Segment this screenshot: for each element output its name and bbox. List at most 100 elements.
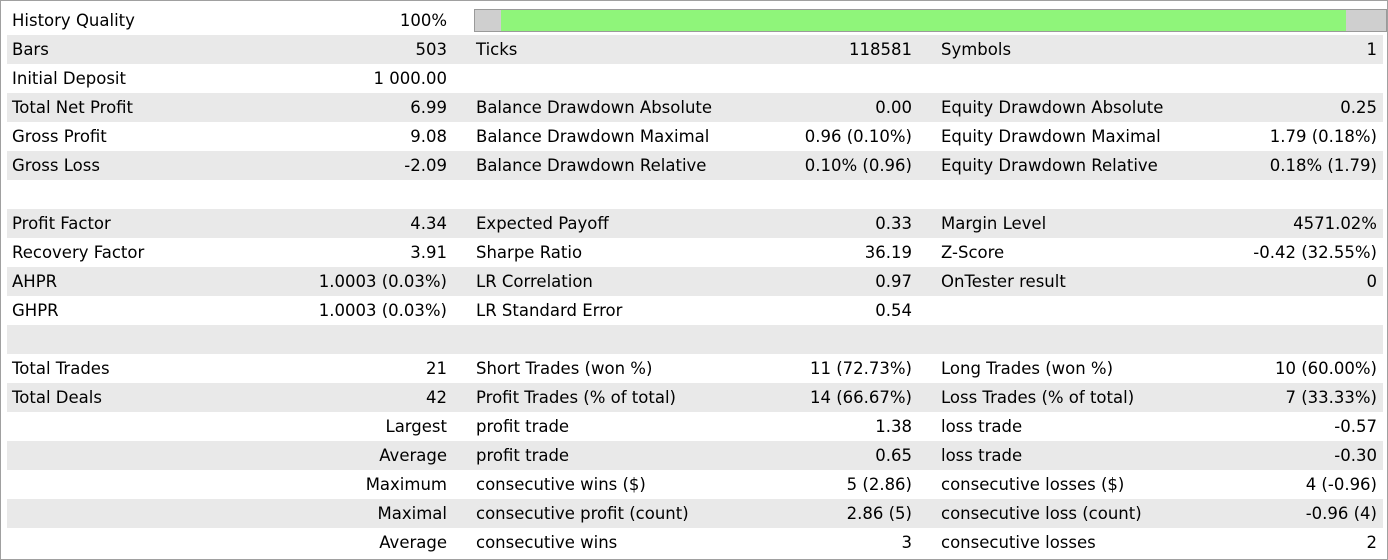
stat-label: Symbols [941,40,1012,59]
stat-label: Total Trades [12,359,110,378]
stat-label: profit trade [476,417,570,436]
stat-label: Ticks [476,40,518,59]
stat-value: 42 [426,388,447,407]
stats-row: Maximum consecutive wins ($) 5 (2.86) conse… [7,470,1383,499]
stats-row: Total Deals 42 Profit Trades (% of total) 1… [7,383,1383,412]
stat-label: Profit Factor [12,214,111,233]
stat-value: 6.99 [410,98,447,117]
stat-value: 0.65 [875,446,912,465]
stat-value: 9.08 [410,127,447,146]
stat-value: Largest [385,417,448,436]
stat-value: 1 000.00 [373,69,447,88]
stats-row: Profit Factor 4.34 Expected Payoff 0.33 Marg… [7,209,1383,238]
stat-label: consecutive losses [941,533,1096,552]
stat-value: 0.10% (0.96) [804,156,912,175]
stat-label: Loss Trades (% of total) [941,388,1135,407]
stat-value: 14 (66.67%) [809,388,912,407]
stat-value: 0.96 (0.10%) [804,127,912,146]
stats-row: Gross Loss -2.09 Balance Drawdown Relative… [7,151,1383,180]
stats-row: AHPR 1.0003 (0.03%) LR Correlation 0.97 OnTe… [7,267,1383,296]
stat-label: Equity Drawdown Relative [941,156,1158,175]
stat-value: -0.57 [1334,417,1377,436]
stat-label: consecutive wins ($) [476,475,646,494]
stat-label: profit trade [476,446,570,465]
stat-value: 2 [1366,533,1378,552]
stat-label: Margin Level [941,214,1047,233]
stats-row: Bars 503 Ticks 118581 Symbols 1 [7,35,1383,64]
stat-label: Balance Drawdown Maximal [476,127,710,146]
history-quality-bar-fill [501,10,1346,31]
stat-value: 2.86 (5) [846,504,912,523]
stat-value: 4571.02% [1293,214,1377,233]
stat-value: 4 (-0.96) [1305,475,1377,494]
stat-value: 5 (2.86) [846,475,912,494]
stats-row: Maximal consecutive profit (count) 2.86 (5… [7,499,1383,528]
stat-value: 21 [426,359,447,378]
stat-value: 118581 [849,40,912,59]
stat-value: 1.38 [875,417,912,436]
stat-label: Expected Payoff [476,214,609,233]
stat-value: 7 (33.33%) [1285,388,1377,407]
stat-value: 1.79 (0.18%) [1269,127,1377,146]
stat-value: Average [379,446,447,465]
stat-value: 0.18% (1.79) [1269,156,1377,175]
stats-row [7,180,1383,209]
stats-row [7,325,1383,354]
stat-label: AHPR [12,272,58,291]
stat-value: 1.0003 (0.03%) [318,272,447,291]
stat-value: -0.42 (32.55%) [1253,243,1377,262]
stat-value: -0.96 (4) [1305,504,1377,523]
stat-label: Equity Drawdown Maximal [941,127,1161,146]
stat-value: 0.00 [875,98,912,117]
stat-label: Gross Loss [12,156,100,175]
stat-label: Z-Score [941,243,1005,262]
stats-row: GHPR 1.0003 (0.03%) LR Standard Error 0.54 [7,296,1383,325]
stat-value: 503 [415,40,448,59]
history-quality-row: History Quality 100% [7,6,1387,35]
stats-row: Total Net Profit 6.99 Balance Drawdown Abs… [7,93,1383,122]
stats-row: Largest profit trade 1.38 loss trade -0.57 [7,412,1383,441]
stat-value: 10 (60.00%) [1274,359,1377,378]
stat-label: Long Trades (won %) [941,359,1114,378]
stat-label: Balance Drawdown Relative [476,156,707,175]
stat-value: 0.97 [875,272,912,291]
stat-label: Profit Trades (% of total) [476,388,676,407]
stats-row: Average consecutive wins 3 consecutive loss… [7,528,1383,557]
stat-label: Total Deals [12,388,102,407]
stat-label: Initial Deposit [12,69,126,88]
stat-label: Total Net Profit [12,98,134,117]
stat-value: 3.91 [410,243,447,262]
stat-label: Sharpe Ratio [476,243,583,262]
stats-row: Recovery Factor 3.91 Sharpe Ratio 36.19 Z-Sc… [7,238,1383,267]
stat-label: Short Trades (won %) [476,359,653,378]
stat-label: LR Correlation [476,272,593,291]
stat-label: LR Standard Error [476,301,623,320]
stat-label: loss trade [941,417,1023,436]
stat-value: Maximal [377,504,447,523]
stat-label: GHPR [12,301,59,320]
stat-label: Balance Drawdown Absolute [476,98,713,117]
stat-value: 0 [1366,272,1378,291]
stat-value: -0.30 [1334,446,1377,465]
stat-value: 11 (72.73%) [809,359,912,378]
stat-label: consecutive loss (count) [941,504,1142,523]
stats-row: Initial Deposit 1 000.00 [7,64,1383,93]
stat-label: loss trade [941,446,1023,465]
history-quality-label: History Quality [12,11,135,30]
stat-value: -2.09 [404,156,447,175]
stat-label: consecutive wins [476,533,618,552]
stat-value: 0.33 [875,214,912,233]
stat-value: 0.25 [1340,98,1377,117]
stats-row: Average profit trade 0.65 loss trade -0.30 [7,441,1383,470]
stat-value: Maximum [365,475,447,494]
stat-label: consecutive losses ($) [941,475,1125,494]
stat-label: Recovery Factor [12,243,145,262]
stat-label: Gross Profit [12,127,107,146]
stat-value: 0.54 [875,301,912,320]
stats-row: Total Trades 21 Short Trades (won %) 11 (72… [7,354,1383,383]
stat-label: Equity Drawdown Absolute [941,98,1164,117]
history-quality-value: 100% [399,11,447,30]
stat-value: Average [379,533,447,552]
stat-value: 3 [901,533,913,552]
stat-label: Bars [12,40,49,59]
